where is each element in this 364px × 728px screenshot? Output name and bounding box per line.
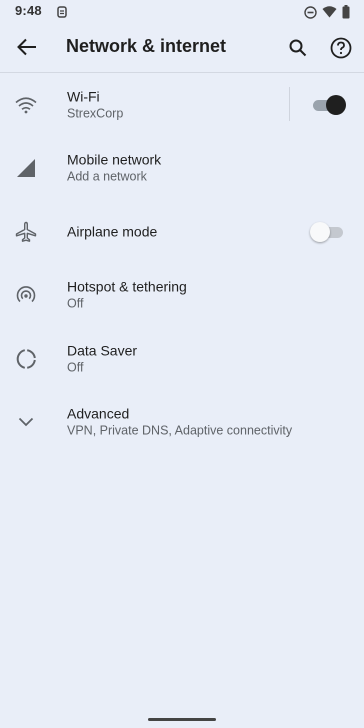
hotspot-item[interactable]: Hotspot & tethering Off — [0, 264, 364, 328]
airplane-icon — [14, 220, 38, 244]
hotspot-title: Hotspot & tethering — [67, 278, 187, 295]
chevron-down-icon — [14, 410, 38, 434]
airplane-mode-item[interactable]: Airplane mode — [0, 200, 364, 264]
page-title: Network & internet — [66, 36, 227, 56]
wifi-divider — [289, 87, 290, 121]
airplane-mode-title: Airplane mode — [67, 223, 158, 240]
hotspot-subtitle: Off — [67, 296, 84, 311]
wifi-icon — [14, 93, 38, 117]
search-button[interactable] — [284, 34, 312, 62]
wifi-status-icon — [322, 6, 337, 21]
wifi-subtitle: StrexCorp — [67, 106, 124, 121]
wifi-toggle[interactable] — [310, 94, 346, 116]
mobile-network-title: Mobile network — [67, 151, 162, 168]
mobile-network-subtitle: Add a network — [67, 169, 147, 184]
do-not-disturb-icon — [304, 5, 317, 22]
back-button[interactable] — [12, 32, 42, 62]
battery-icon — [342, 5, 350, 22]
hotspot-icon — [14, 283, 38, 307]
advanced-title: Advanced — [67, 405, 130, 422]
advanced-item[interactable]: Advanced VPN, Private DNS, Adaptive conn… — [0, 391, 364, 455]
airplane-mode-toggle[interactable] — [310, 221, 346, 243]
data-saver-icon — [14, 347, 38, 371]
notification-icon — [56, 5, 68, 22]
search-icon — [289, 39, 307, 57]
arrow-back-icon — [17, 38, 36, 56]
mobile-network-item[interactable]: Mobile network Add a network — [0, 137, 364, 201]
wifi-title: Wi-Fi — [67, 88, 100, 105]
gesture-nav-handle[interactable] — [148, 718, 216, 721]
help-icon — [330, 37, 352, 59]
settings-list: Wi-Fi StrexCorp Mobile network Add a net… — [0, 73, 364, 454]
status-bar: 9:48 — [0, 0, 364, 24]
wifi-item[interactable]: Wi-Fi StrexCorp — [0, 73, 364, 137]
help-button[interactable] — [326, 33, 356, 63]
signal-icon — [14, 156, 38, 180]
data-saver-subtitle: Off — [67, 360, 84, 375]
app-bar: Network & internet — [0, 24, 364, 72]
data-saver-title: Data Saver — [67, 342, 138, 359]
advanced-subtitle: VPN, Private DNS, Adaptive connectivity — [67, 423, 293, 438]
data-saver-item[interactable]: Data Saver Off — [0, 327, 364, 391]
status-time: 9:48 — [15, 3, 42, 18]
